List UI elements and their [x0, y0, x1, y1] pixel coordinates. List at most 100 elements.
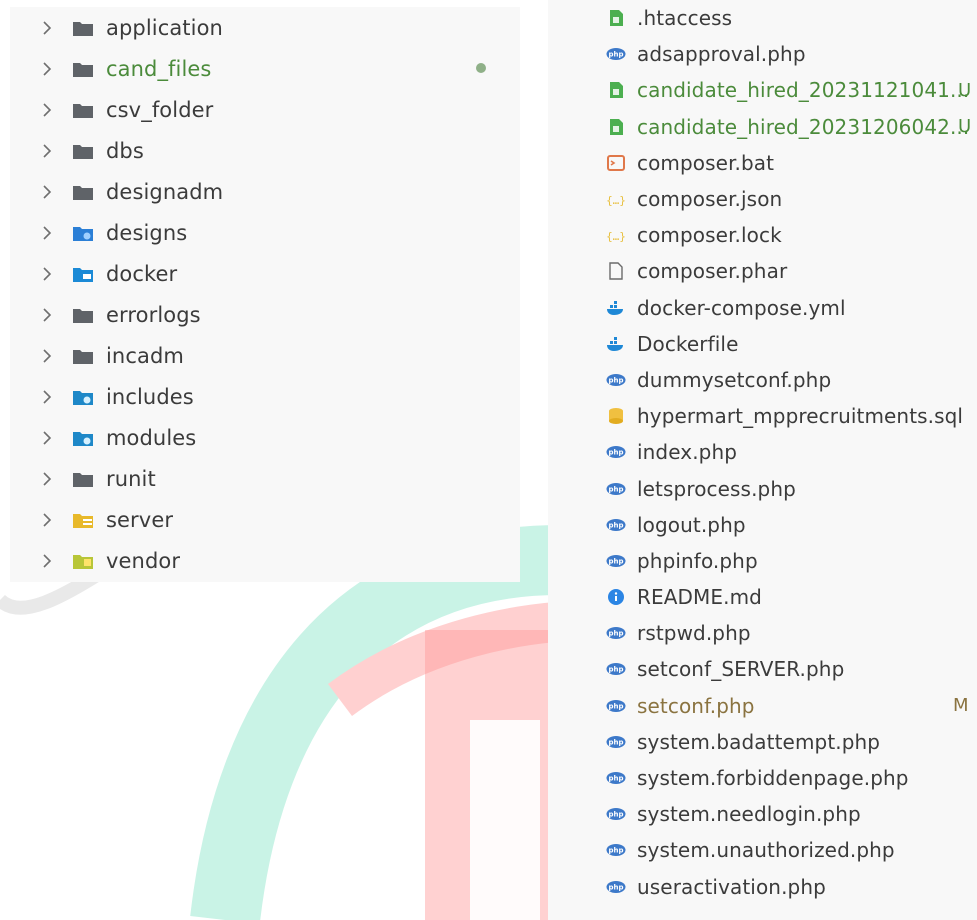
file-name: adsapproval.php — [637, 42, 806, 67]
file-name: letsprocess.php — [637, 476, 796, 501]
file-row[interactable]: docker-compose.yml — [548, 290, 977, 326]
file-row[interactable]: php dummysetconf.php — [548, 362, 977, 398]
file-row[interactable]: php rstpwd.php — [548, 615, 977, 651]
svg-text:php: php — [608, 449, 623, 457]
folder-icon — [72, 470, 94, 488]
file-row[interactable]: php system.badattempt.php — [548, 724, 977, 760]
file-row[interactable]: README.md — [548, 579, 977, 615]
folder-row-incadm[interactable]: incadm — [10, 335, 520, 376]
php-icon: php — [606, 841, 626, 859]
folder-row-dbs[interactable]: dbs — [10, 130, 520, 171]
modified-dot-icon — [476, 63, 486, 73]
file-name: system.unauthorized.php — [637, 838, 895, 863]
chevron-right-icon[interactable] — [40, 182, 54, 202]
file-name: .htaccess — [637, 6, 733, 31]
folder-name: includes — [106, 384, 194, 409]
svg-text:php: php — [608, 847, 623, 855]
file-row[interactable]: .htaccess — [548, 0, 977, 36]
svg-text:php: php — [608, 702, 623, 710]
folder-row-server[interactable]: server — [10, 499, 520, 540]
folder-designs-icon — [72, 224, 94, 242]
php-icon: php — [606, 805, 626, 823]
folder-explorer-panel: application cand_files csv_folder dbs design… — [10, 7, 520, 582]
chevron-right-icon[interactable] — [40, 141, 54, 161]
folder-row-designs[interactable]: designs — [10, 212, 520, 253]
htaccess-icon — [606, 9, 626, 27]
php-icon: php — [606, 480, 626, 498]
file-row[interactable]: composer.bat — [548, 145, 977, 181]
svg-text:php: php — [608, 811, 623, 819]
file-row[interactable]: {…} composer.lock — [548, 217, 977, 253]
folder-row-modules[interactable]: modules — [10, 417, 520, 458]
chevron-right-icon[interactable] — [40, 387, 54, 407]
svg-text:php: php — [608, 376, 623, 384]
folder-row-cand-files[interactable]: cand_files — [10, 48, 520, 89]
chevron-right-icon[interactable] — [40, 510, 54, 530]
svg-text:{…}: {…} — [606, 194, 626, 207]
folder-list: application cand_files csv_folder dbs design… — [10, 7, 520, 581]
folder-row-application[interactable]: application — [10, 7, 520, 48]
folder-row-docker[interactable]: docker — [10, 253, 520, 294]
file-row[interactable]: candidate_hired_20231121041... U — [548, 72, 977, 108]
folder-icon — [72, 60, 94, 78]
folder-row-csv-folder[interactable]: csv_folder — [10, 89, 520, 130]
docker-icon — [606, 335, 626, 353]
php-icon: php — [606, 733, 626, 751]
file-name: hypermart_mpprecruitments.sql — [637, 404, 964, 429]
file-name: dummysetconf.php — [637, 367, 832, 392]
folder-vendor-icon — [72, 552, 94, 570]
file-explorer-panel: .htaccess php adsapproval.php candidate_hir… — [548, 0, 977, 920]
file-row[interactable]: php setconf.php M — [548, 688, 977, 724]
chevron-right-icon[interactable] — [40, 551, 54, 571]
php-icon: php — [606, 552, 626, 570]
folder-icon — [72, 183, 94, 201]
chevron-right-icon[interactable] — [40, 428, 54, 448]
file-row[interactable]: candidate_hired_20231206042... U — [548, 109, 977, 145]
file-row[interactable]: php system.forbiddenpage.php — [548, 760, 977, 796]
folder-modules-icon — [72, 429, 94, 447]
excel-icon — [606, 81, 626, 99]
chevron-right-icon[interactable] — [40, 305, 54, 325]
file-name: logout.php — [637, 512, 746, 537]
file-row[interactable]: php useractivation.php — [548, 869, 977, 905]
file-row[interactable]: php logout.php — [548, 507, 977, 543]
file-row[interactable]: {…} composer.json — [548, 181, 977, 217]
chevron-right-icon[interactable] — [40, 18, 54, 38]
svg-text:php: php — [608, 666, 623, 674]
file-row[interactable]: php setconf_SERVER.php — [548, 651, 977, 687]
folder-name: errorlogs — [106, 302, 201, 327]
folder-icon — [72, 142, 94, 160]
folder-row-errorlogs[interactable]: errorlogs — [10, 294, 520, 335]
file-row[interactable]: Dockerfile — [548, 326, 977, 362]
folder-row-includes[interactable]: includes — [10, 376, 520, 417]
chevron-right-icon[interactable] — [40, 100, 54, 120]
file-name: setconf_SERVER.php — [637, 657, 845, 682]
file-row[interactable]: hypermart_mpprecruitments.sql — [548, 398, 977, 434]
folder-row-runit[interactable]: runit — [10, 458, 520, 499]
folder-icon — [72, 19, 94, 37]
chevron-right-icon[interactable] — [40, 59, 54, 79]
file-name: composer.phar — [637, 259, 788, 284]
folder-name: cand_files — [106, 56, 212, 81]
file-name: phpinfo.php — [637, 548, 758, 573]
chevron-right-icon[interactable] — [40, 469, 54, 489]
file-row[interactable]: composer.phar — [548, 253, 977, 289]
chevron-right-icon[interactable] — [40, 264, 54, 284]
php-icon: php — [606, 878, 626, 896]
folder-row-vendor[interactable]: vendor — [10, 540, 520, 581]
file-row[interactable]: php letsprocess.php — [548, 470, 977, 506]
file-row[interactable]: php system.needlogin.php — [548, 796, 977, 832]
file-row[interactable]: php system.unauthorized.php — [548, 832, 977, 868]
chevron-right-icon[interactable] — [40, 223, 54, 243]
folder-name: runit — [106, 466, 156, 491]
folder-includes-icon — [72, 388, 94, 406]
file-row[interactable]: php adsapproval.php — [548, 36, 977, 72]
chevron-right-icon[interactable] — [40, 346, 54, 366]
folder-name: modules — [106, 425, 197, 450]
folder-row-designadm[interactable]: designadm — [10, 171, 520, 212]
file-row[interactable]: php index.php — [548, 434, 977, 470]
file-row[interactable]: php phpinfo.php — [548, 543, 977, 579]
terminal-icon — [606, 154, 626, 172]
file-name: setconf.php — [637, 693, 755, 718]
php-icon: php — [606, 769, 626, 787]
